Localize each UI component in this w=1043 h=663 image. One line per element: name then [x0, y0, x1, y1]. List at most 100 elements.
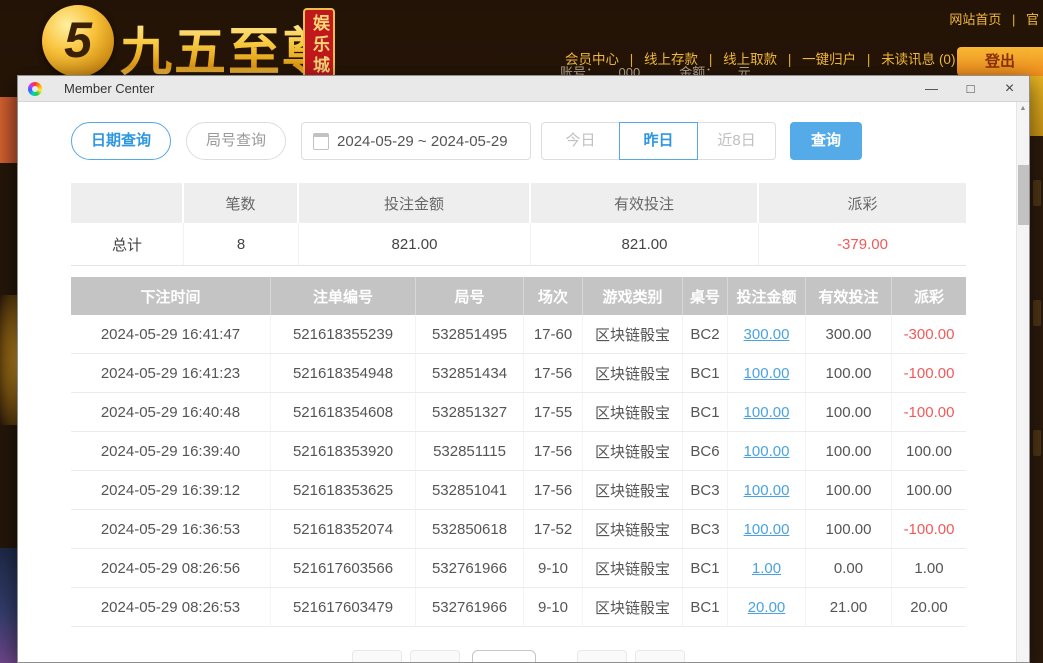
payout-cell: -100.00	[892, 354, 966, 392]
vertical-scrollbar[interactable]: ▲	[1016, 102, 1029, 662]
bet-id-cell: 521618355239	[271, 315, 416, 353]
round-id-cell: 532851495	[416, 315, 524, 353]
window-titlebar[interactable]: Member Center — □ ×	[18, 76, 1029, 102]
bet-time-cell: 2024-05-29 16:41:23	[71, 354, 271, 392]
bet-amount-link[interactable]: 300.00	[744, 326, 790, 343]
col-header-session: 场次	[524, 277, 583, 315]
bets-table: 下注时间 注单编号 局号 场次 游戏类别 桌号 投注金额 有效投注 派彩 202…	[71, 277, 966, 627]
maximize-button[interactable]: □	[951, 76, 990, 101]
bet-amount-link[interactable]: 1.00	[752, 560, 781, 577]
minimize-button[interactable]: —	[912, 76, 951, 101]
bet-amount-link[interactable]: 100.00	[744, 443, 790, 460]
bg-right-decor	[1033, 430, 1041, 456]
last-page-button[interactable]: ▶▶	[635, 650, 685, 662]
bg-orange-band	[0, 97, 17, 163]
session-cell: 17-56	[524, 432, 583, 470]
nav-official-link-partial[interactable]: 官	[1026, 12, 1039, 27]
session-cell: 17-52	[524, 510, 583, 548]
window-controls: — □ ×	[912, 76, 1029, 101]
col-header-bet-id: 注单编号	[271, 277, 416, 315]
table-no-cell: BC1	[683, 588, 728, 626]
app-icon	[28, 82, 42, 96]
payout-cell: -100.00	[892, 393, 966, 431]
nav-home-link[interactable]: 网站首页	[949, 12, 1001, 27]
quick-range-group: 今日 昨日 近8日	[541, 122, 776, 160]
site-logo-icon[interactable]: 5	[42, 5, 114, 77]
valid-bet-cell: 100.00	[806, 393, 892, 431]
bet-amount-link[interactable]: 100.00	[744, 521, 790, 538]
summary-total-row: 总计 8 821.00 821.00 -379.00	[71, 223, 966, 266]
round-query-tab[interactable]: 局号查询	[186, 122, 286, 160]
bg-right-strip	[1030, 136, 1043, 663]
logout-button[interactable]: 登出	[957, 47, 1043, 76]
valid-bet-cell: 100.00	[806, 432, 892, 470]
last8days-button[interactable]: 近8日	[697, 122, 776, 160]
bet-time-cell: 2024-05-29 16:36:53	[71, 510, 271, 548]
valid-bet-cell: 0.00	[806, 549, 892, 587]
summary-count: 8	[184, 223, 299, 265]
bet-id-cell: 521618354608	[271, 393, 416, 431]
pagination: ◀◀ ◀ 1 /1 ▶ ▶▶	[71, 650, 966, 662]
bet-amount-link[interactable]: 20.00	[748, 599, 786, 616]
summary-header-blank	[71, 183, 184, 223]
round-id-cell: 532851327	[416, 393, 524, 431]
summary-bet-amount: 821.00	[299, 223, 531, 265]
valid-bet-cell: 300.00	[806, 315, 892, 353]
round-id-cell: 532761966	[416, 549, 524, 587]
bet-id-cell: 521618352074	[271, 510, 416, 548]
session-cell: 9-10	[524, 588, 583, 626]
table-no-cell: BC1	[683, 354, 728, 392]
today-button[interactable]: 今日	[541, 122, 620, 160]
payout-cell: -300.00	[892, 315, 966, 353]
bet-amount-link[interactable]: 100.00	[744, 404, 790, 421]
bg-blue-image	[0, 548, 17, 663]
col-header-bet-amount: 投注金额	[728, 277, 806, 315]
next-page-button[interactable]: ▶	[577, 650, 627, 662]
table-row: 2024-05-29 16:39:12 521618353625 5328510…	[71, 471, 966, 510]
yesterday-button[interactable]: 昨日	[619, 122, 698, 160]
date-range-input[interactable]: 2024-05-29 ~ 2024-05-29	[301, 122, 531, 160]
bet-time-cell: 2024-05-29 16:41:47	[71, 315, 271, 353]
page-select[interactable]: 1	[472, 650, 536, 662]
bets-table-header: 下注时间 注单编号 局号 场次 游戏类别 桌号 投注金额 有效投注 派彩	[71, 277, 966, 315]
summary-payout: -379.00	[759, 223, 966, 265]
bet-amount-link[interactable]: 100.00	[744, 482, 790, 499]
summary-header-payout: 派彩	[759, 183, 966, 223]
bg-right-decor	[1033, 300, 1041, 326]
prev-page-button[interactable]: ◀	[410, 650, 460, 662]
valid-bet-cell: 100.00	[806, 471, 892, 509]
summary-header-count: 笔数	[184, 183, 299, 223]
close-button[interactable]: ×	[990, 76, 1029, 101]
summary-header-row: 笔数 投注金额 有效投注 派彩	[71, 183, 966, 223]
table-no-cell: BC6	[683, 432, 728, 470]
bet-time-cell: 2024-05-29 16:40:48	[71, 393, 271, 431]
summary-header-bet-amount: 投注金额	[299, 183, 531, 223]
round-id-cell: 532851115	[416, 432, 524, 470]
col-header-valid-bet: 有效投注	[806, 277, 892, 315]
date-query-tab[interactable]: 日期查询	[71, 122, 171, 160]
bet-id-cell: 521617603479	[271, 588, 416, 626]
session-cell: 17-56	[524, 354, 583, 392]
scroll-up-arrow-icon[interactable]: ▲	[1017, 102, 1029, 116]
bet-amount-link[interactable]: 100.00	[744, 365, 790, 382]
scrollbar-thumb[interactable]	[1018, 165, 1029, 225]
session-cell: 17-56	[524, 471, 583, 509]
game-type-cell: 区块链骰宝	[583, 471, 683, 509]
round-id-cell: 532851041	[416, 471, 524, 509]
payout-cell: 100.00	[892, 471, 966, 509]
first-page-button[interactable]: ◀◀	[352, 650, 402, 662]
round-id-cell: 532761966	[416, 588, 524, 626]
search-button[interactable]: 查询	[790, 122, 862, 160]
payout-cell: 1.00	[892, 549, 966, 587]
table-row: 2024-05-29 08:26:53 521617603479 5327619…	[71, 588, 966, 627]
table-row: 2024-05-29 16:41:23 521618354948 5328514…	[71, 354, 966, 393]
valid-bet-cell: 100.00	[806, 354, 892, 392]
col-header-game-type: 游戏类别	[583, 277, 683, 315]
page-total-label: /1	[544, 650, 556, 662]
page-select-value: 1	[481, 661, 517, 662]
valid-bet-cell: 21.00	[806, 588, 892, 626]
game-type-cell: 区块链骰宝	[583, 588, 683, 626]
col-header-bet-time: 下注时间	[71, 277, 271, 315]
table-no-cell: BC3	[683, 510, 728, 548]
bet-id-cell: 521617603566	[271, 549, 416, 587]
